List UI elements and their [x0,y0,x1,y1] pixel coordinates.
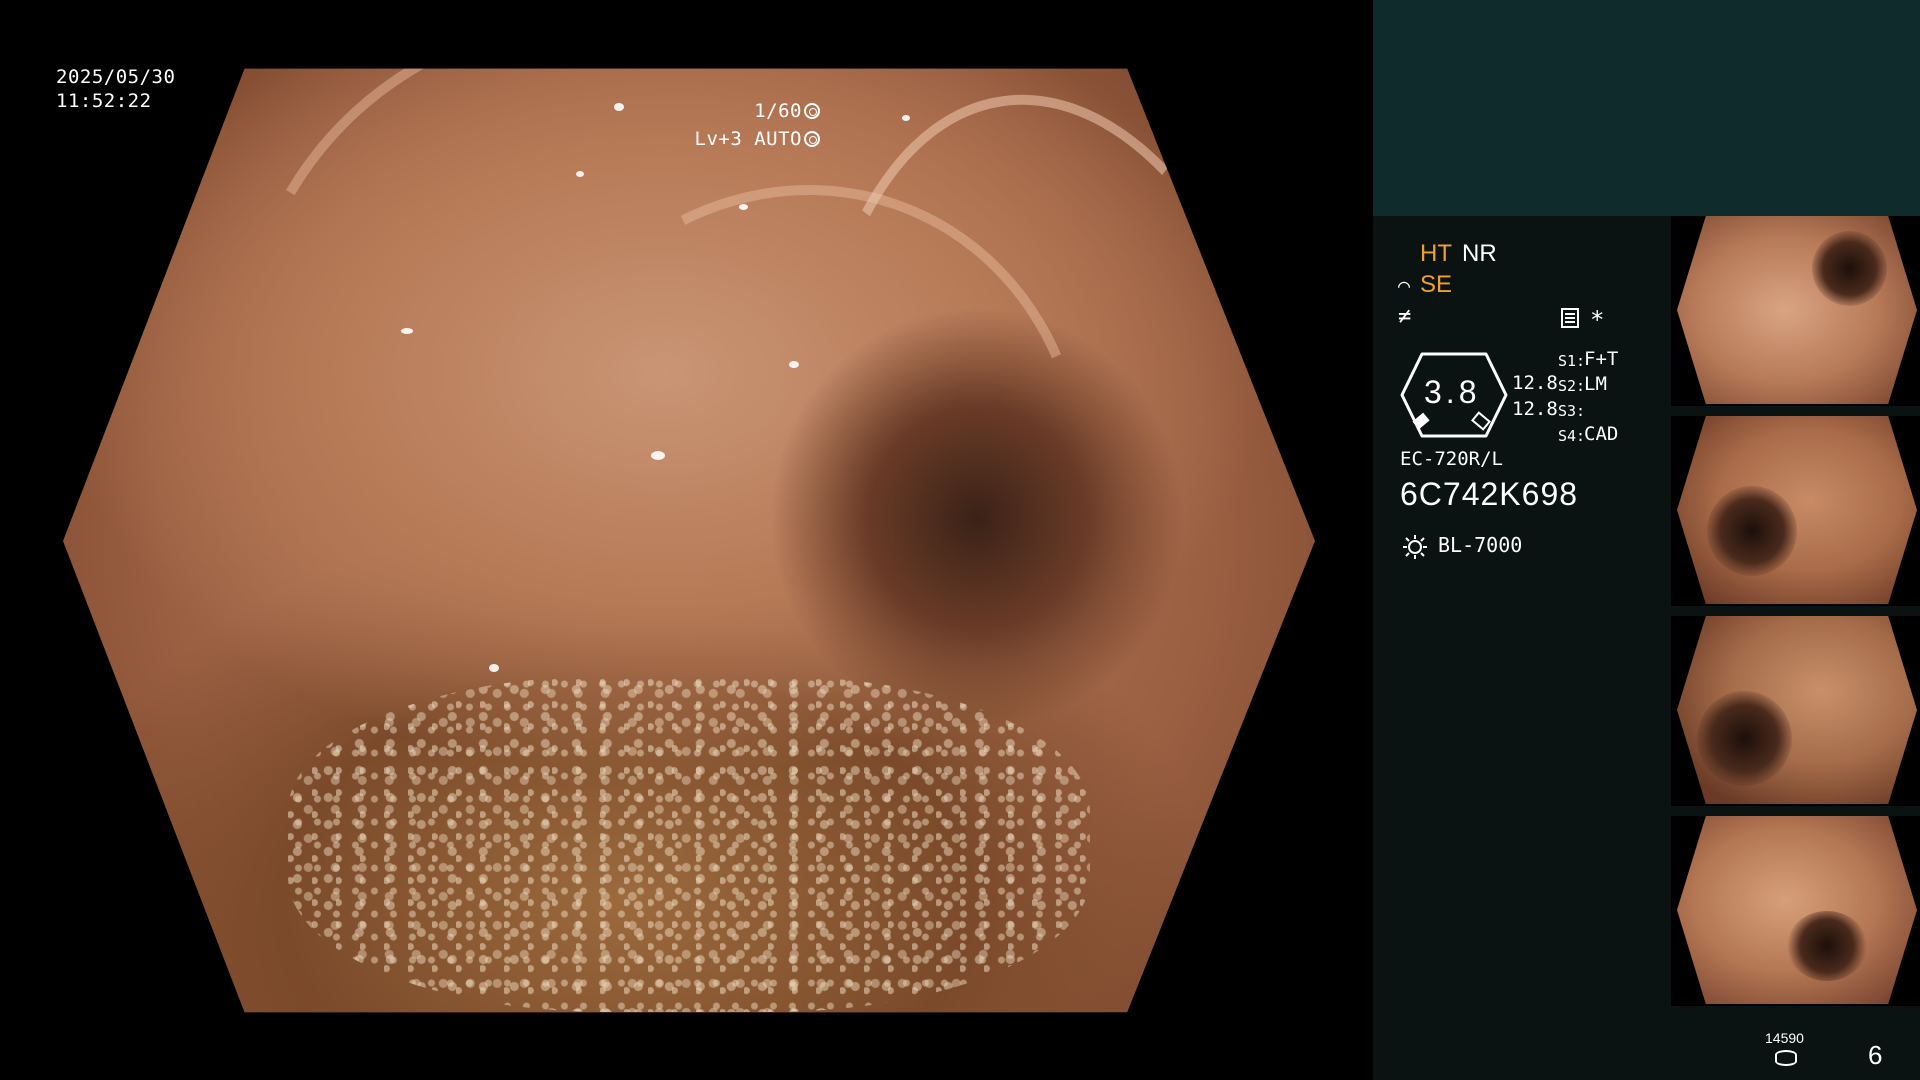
database-icon [1775,1050,1797,1066]
se-indicator: SE [1420,271,1453,298]
thumbnail-image [1677,416,1917,604]
lumen [1707,486,1797,576]
scope-serial: 6C742K698 [1400,476,1579,512]
light-reflection [576,170,585,177]
slot-value: LM [1584,373,1607,395]
thumbnail[interactable] [1671,616,1920,806]
slot-value: F+T [1584,348,1619,370]
info-sidebar: HT NR ⌒ SE ≠ * 3.8 12.8 12.8 S1: F+T S2:… [1373,0,1920,1080]
scope-info: HT NR ⌒ SE ≠ * 3.8 12.8 12.8 S1: F+T S2:… [1398,240,1688,600]
document-icon [1561,308,1579,328]
thumbnail-image [1677,616,1917,804]
value-a: 12.8 [1512,372,1558,394]
value-b: 12.8 [1512,398,1558,420]
bubble-field [288,675,1090,1013]
asterisk-icon: * [1590,306,1605,334]
scope-symbol-icon: ⌒ [1398,273,1411,297]
thumbnail[interactable] [1671,216,1920,406]
lumen [1812,231,1887,306]
light-reflection [901,114,910,121]
slot-value: CAD [1584,423,1619,445]
exam-date: 2025/05/30 [56,66,176,88]
endoscope-view: 2025/05/30 11:52:22 1/60 Lv+3 AUTO [0,0,1372,1080]
sun-icon [1403,535,1427,559]
shutter-value: 1/60 [754,100,802,122]
thumbnail-image [1677,816,1917,1004]
image-counter: 14590 [1765,1030,1804,1046]
ht-indicator: HT [1420,240,1452,267]
shutter-speed: 1/60 [754,98,820,124]
endoscope-image [63,68,1315,1013]
slot-label: S3: [1558,402,1586,420]
slot-label: S4: [1558,427,1586,445]
lumen [1697,691,1792,786]
gauge-value: 3.8 [1424,374,1481,410]
aperture-icon [804,103,820,119]
exam-time: 11:52:22 [56,90,152,112]
scope-model: EC-720R/L [1400,448,1503,470]
lumen [1787,911,1867,981]
capture-thumbnails [1671,216,1920,1016]
thumbnail-image [1677,216,1917,404]
page-number: 6 [1868,1040,1883,1070]
light-reflection [401,327,414,334]
nr-indicator: NR [1462,240,1497,267]
slot-label: S2: [1558,377,1586,395]
slash-symbol-icon: ≠ [1398,304,1412,329]
thumbnail[interactable] [1671,816,1920,1006]
iris-icon [804,131,820,147]
level-value: Lv+3 AUTO [694,128,802,150]
light-source: BL-7000 [1438,533,1523,557]
header-block [1373,0,1920,216]
brightness-level: Lv+3 AUTO [695,126,820,152]
slot-label: S1: [1558,352,1586,370]
thumbnail[interactable] [1671,416,1920,606]
